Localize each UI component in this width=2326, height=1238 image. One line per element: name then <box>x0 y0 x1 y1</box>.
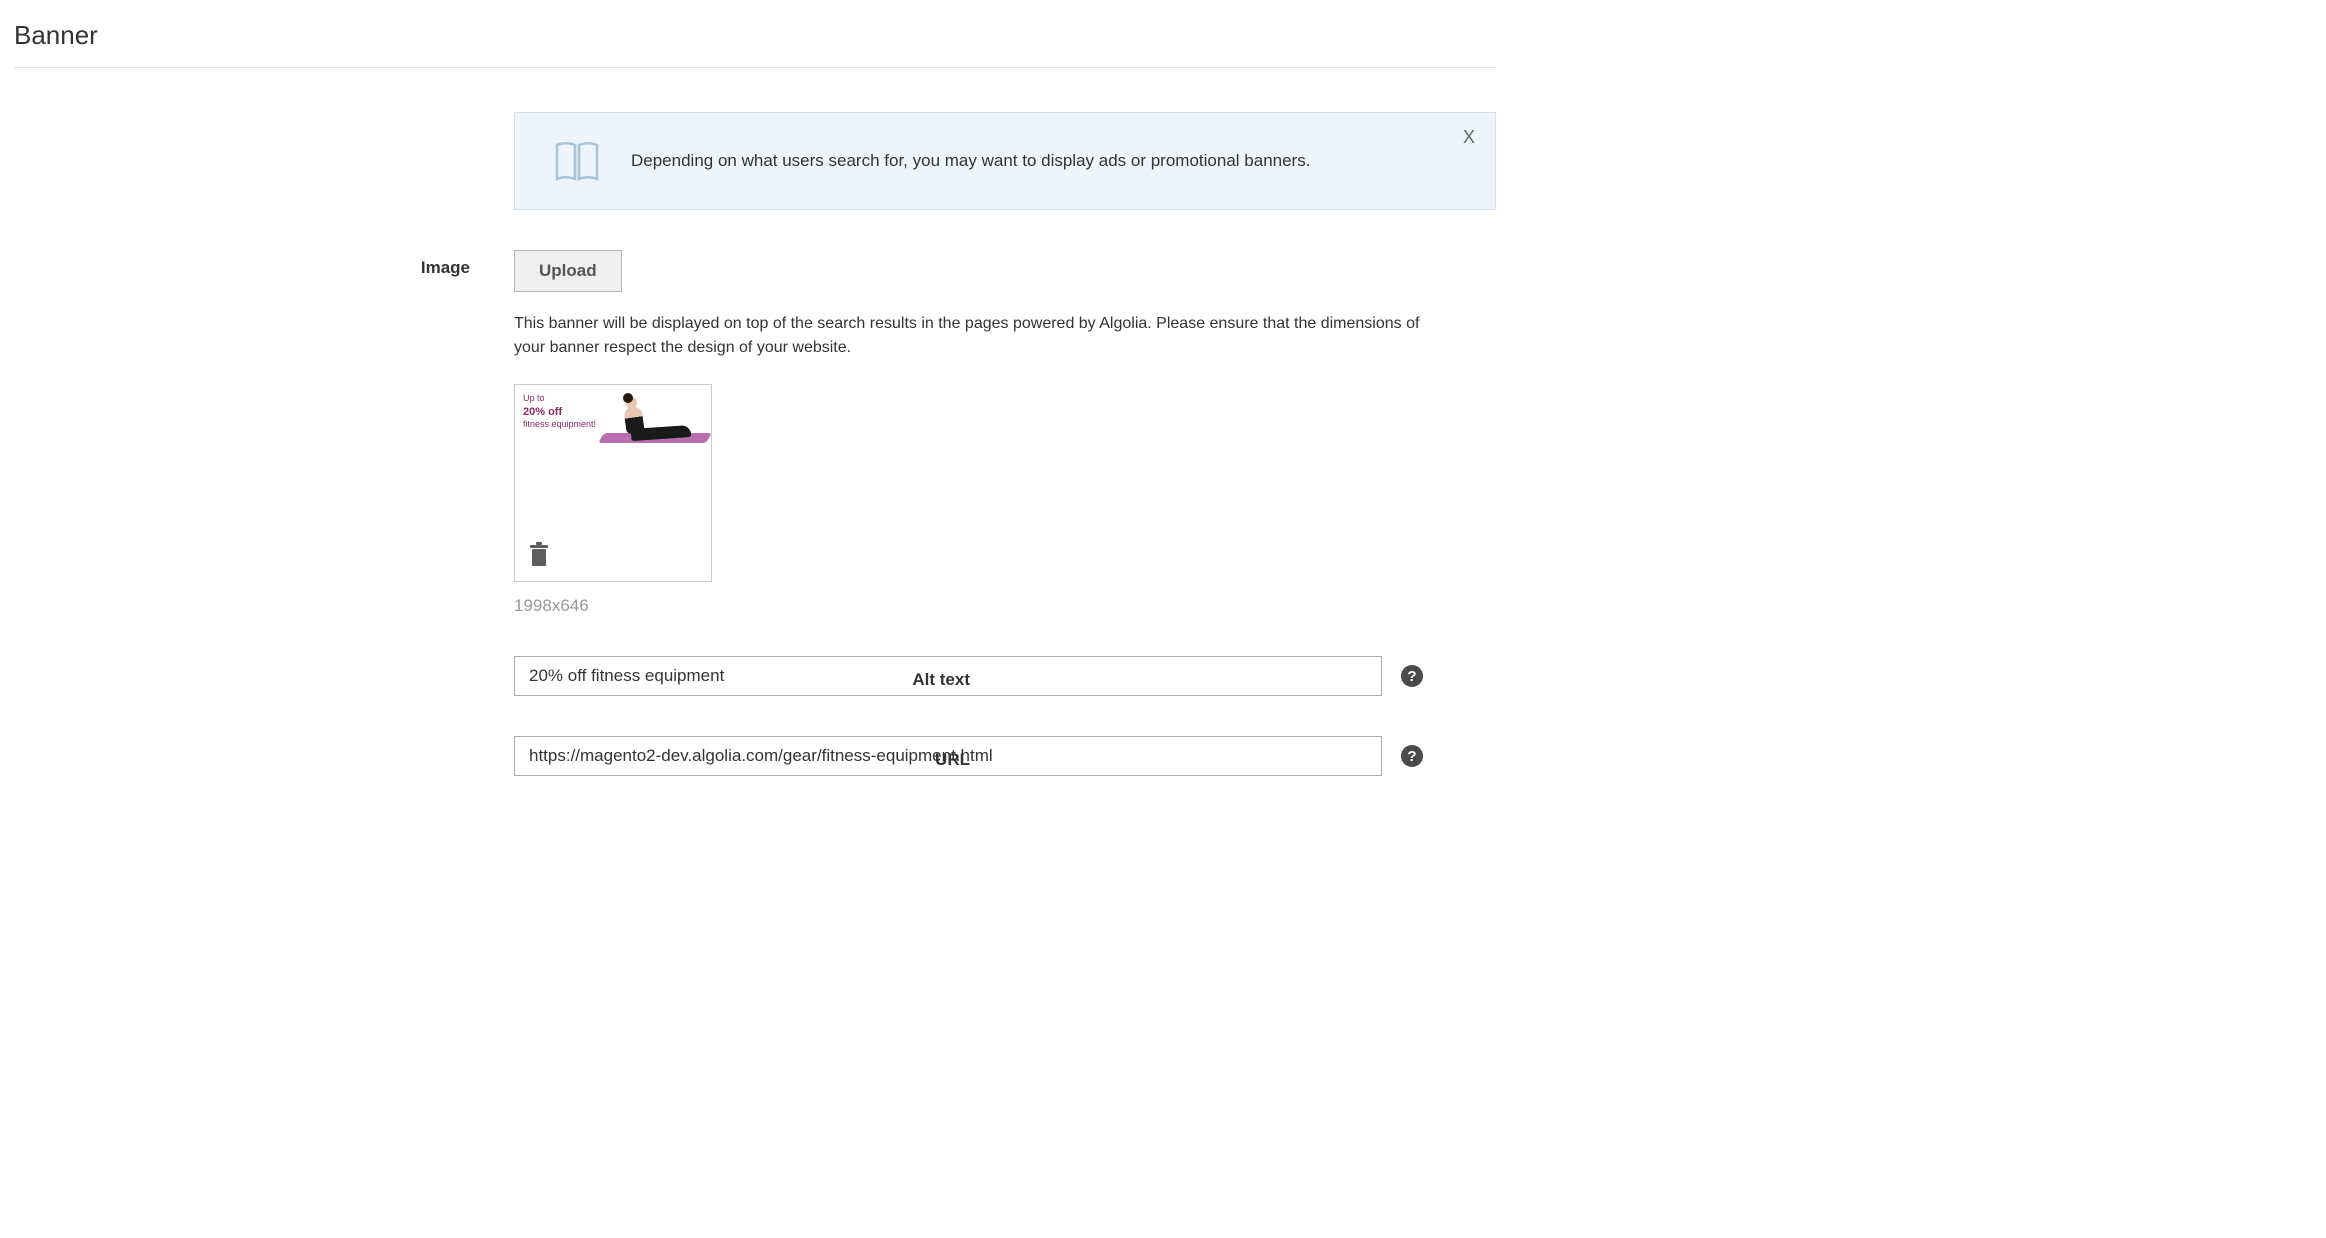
help-icon[interactable]: ? <box>1400 744 1424 768</box>
banner-preview-image: Up to 20% off fitness equipment! <box>515 385 711 449</box>
upload-button[interactable]: Upload <box>514 250 622 292</box>
alt-text-label: Alt text <box>514 662 994 690</box>
image-help-text: This banner will be displayed on top of … <box>514 312 1424 360</box>
book-icon <box>551 135 603 187</box>
url-row: URL ? <box>514 736 1496 776</box>
image-dimensions: 1998x646 <box>514 596 1424 616</box>
trash-icon[interactable] <box>527 541 551 569</box>
svg-text:?: ? <box>1407 748 1416 765</box>
image-label: Image <box>14 250 494 278</box>
close-icon[interactable]: X <box>1463 127 1475 148</box>
info-notice-text: Depending on what users search for, you … <box>631 151 1310 171</box>
url-label: URL <box>514 742 994 770</box>
banner-preview-figure <box>601 395 709 443</box>
banner-preview: Up to 20% off fitness equipment! <box>514 384 712 582</box>
image-row: Image Upload This banner will be display… <box>514 250 1496 616</box>
svg-text:?: ? <box>1407 668 1416 685</box>
banner-preview-copy: Up to 20% off fitness equipment! <box>523 393 596 431</box>
alt-text-row: Alt text ? <box>514 656 1496 696</box>
info-notice: Depending on what users search for, you … <box>514 112 1496 210</box>
section-title: Banner <box>14 20 1496 68</box>
help-icon[interactable]: ? <box>1400 664 1424 688</box>
